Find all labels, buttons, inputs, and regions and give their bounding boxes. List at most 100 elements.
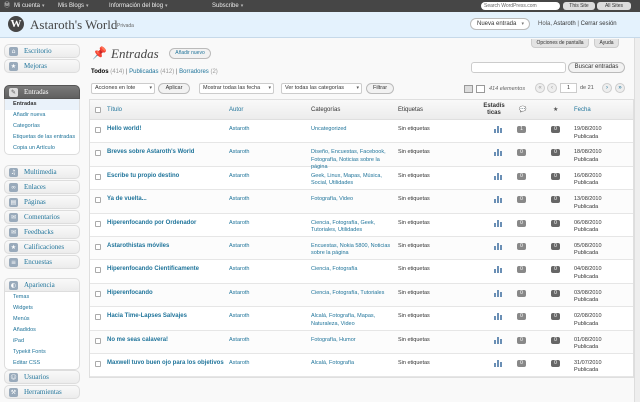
search-posts-input[interactable] <box>471 62 566 73</box>
comment-count-badge[interactable]: 0 <box>517 289 526 297</box>
new-post-button[interactable]: Nueva entrada ▾ <box>470 18 530 30</box>
post-title-link[interactable]: Hiperenfocando <box>107 290 237 298</box>
row-checkbox[interactable] <box>95 173 101 180</box>
submenu-add-new[interactable]: Añadir nueva <box>5 110 79 121</box>
row-checkbox[interactable] <box>95 337 101 344</box>
comment-count-badge[interactable]: 0 <box>517 172 526 180</box>
menu-tools[interactable]: ⚒ Herramientas <box>4 385 80 399</box>
adminbar-search-input[interactable]: Search WordPress.com <box>481 2 560 10</box>
my-blogs-menu[interactable]: Mis Blogs ▾ <box>58 0 89 12</box>
stats-icon[interactable] <box>494 359 502 367</box>
filter-all[interactable]: Todos <box>91 69 109 75</box>
stats-icon[interactable] <box>494 126 502 133</box>
submenu-typekit[interactable]: Typekit Fonts <box>5 347 79 358</box>
apply-button[interactable]: Aplicar <box>158 83 190 94</box>
stats-icon[interactable] <box>494 196 502 204</box>
date-filter-select[interactable]: Mostrar todas las fecha ▾ <box>199 83 274 94</box>
menu-links[interactable]: ∞ Enlaces <box>4 180 80 194</box>
select-all-checkbox[interactable] <box>95 107 101 113</box>
stats-icon[interactable] <box>494 172 502 180</box>
post-categories[interactable]: Ciencia, Fotografía <box>311 266 391 274</box>
post-author-link[interactable]: Astaroth <box>229 243 249 249</box>
post-author-link[interactable]: Astaroth <box>229 220 249 226</box>
next-page-button[interactable]: › <box>602 83 612 93</box>
post-author-link[interactable]: Astaroth <box>229 266 249 272</box>
post-title-link[interactable]: Hacia Time-Lapses Salvajes <box>107 313 237 321</box>
row-checkbox[interactable] <box>95 243 101 250</box>
post-author-link[interactable]: Astaroth <box>229 173 249 179</box>
post-author-link[interactable]: Astaroth <box>229 337 249 343</box>
post-title-link[interactable]: Breves sobre Astaroth's World <box>107 149 237 157</box>
stats-icon[interactable] <box>494 242 502 250</box>
row-checkbox[interactable] <box>95 197 101 204</box>
column-author[interactable]: Autor <box>229 100 243 120</box>
row-checkbox[interactable] <box>95 360 101 367</box>
my-account-menu[interactable]: Mi cuenta ▾ <box>14 0 45 12</box>
current-page-input[interactable]: 1 <box>560 83 577 93</box>
filter-published[interactable]: Publicadas <box>129 69 158 75</box>
comment-count-badge[interactable]: 0 <box>517 149 526 157</box>
comment-count-badge[interactable]: 0 <box>517 313 526 321</box>
post-categories[interactable]: Alcalá, Fotografía <box>311 360 391 368</box>
stats-icon[interactable] <box>494 149 502 157</box>
post-author-link[interactable]: Astaroth <box>229 360 249 366</box>
menu-feedbacks[interactable]: ✉ Feedbacks <box>4 225 80 239</box>
screen-options-tab[interactable]: Opciones de pantalla <box>531 39 589 48</box>
menu-media[interactable]: ♫ Multimedia <box>4 165 80 179</box>
first-page-button[interactable]: « <box>535 83 545 93</box>
submenu-widgets[interactable]: Widgets <box>5 303 79 314</box>
submenu-extras[interactable]: Añadidos <box>5 325 79 336</box>
subscribe-menu[interactable]: Subscribe ▾ <box>212 0 243 12</box>
comment-count-badge[interactable]: 0 <box>517 359 526 367</box>
post-categories[interactable]: Uncategorized <box>311 126 391 134</box>
submenu-categories[interactable]: Categorías <box>5 121 79 132</box>
submenu-edit-css[interactable]: Editar CSS <box>5 358 79 369</box>
row-checkbox[interactable] <box>95 220 101 227</box>
row-checkbox[interactable] <box>95 314 101 321</box>
post-title-link[interactable]: Astarothistas móviles <box>107 243 237 251</box>
submenu-tags[interactable]: Etiquetas de las entradas <box>5 132 79 143</box>
post-title-link[interactable]: Hello world! <box>107 126 237 134</box>
help-tab[interactable]: Ayuda <box>594 39 619 48</box>
comment-count-badge[interactable]: 0 <box>517 242 526 250</box>
comment-count-badge[interactable]: 0 <box>517 266 526 274</box>
stats-icon[interactable] <box>494 266 502 274</box>
post-author-link[interactable]: Astaroth <box>229 149 249 155</box>
post-title-link[interactable]: No me seas calavera! <box>107 337 237 345</box>
post-title-link[interactable]: Hiperenfocando Científicamente <box>107 266 237 274</box>
list-view-icon[interactable] <box>464 85 473 93</box>
menu-appearance[interactable]: ◐ Apariencia <box>4 278 80 292</box>
filter-drafts[interactable]: Borradores <box>179 69 209 75</box>
post-author-link[interactable]: Astaroth <box>229 196 249 202</box>
category-filter-select[interactable]: Ver todas las categorías ▾ <box>281 83 362 94</box>
post-categories[interactable]: Ciencia, Fotografía, Geek, Tutoriales, U… <box>311 220 391 235</box>
submenu-themes[interactable]: Temas <box>5 292 79 303</box>
post-categories[interactable]: Encuestas, Nokia 5800, Noticias sobre la… <box>311 243 391 258</box>
submenu-posts[interactable]: Entradas <box>5 99 79 110</box>
last-page-button[interactable]: » <box>615 83 625 93</box>
post-categories[interactable]: Geek, Linux, Mapas, Música, Social, Util… <box>311 173 391 188</box>
stats-icon[interactable] <box>494 313 502 321</box>
stats-icon[interactable] <box>494 289 502 297</box>
blog-info-menu[interactable]: Información del blog ▾ <box>109 0 168 12</box>
stats-icon[interactable] <box>494 336 502 344</box>
menu-posts[interactable]: ✎ Entradas <box>4 85 80 99</box>
all-sites-button[interactable]: All Sites <box>597 2 631 10</box>
add-new-button[interactable]: Añadir nuevo <box>169 48 211 59</box>
menu-users[interactable]: ☺ Usuarios <box>4 370 80 384</box>
row-checkbox[interactable] <box>95 127 101 133</box>
submenu-menus[interactable]: Menús <box>5 314 79 325</box>
menu-pages[interactable]: ▤ Páginas <box>4 195 80 209</box>
row-checkbox[interactable] <box>95 290 101 297</box>
comment-count-badge[interactable]: 1 <box>517 126 526 133</box>
wordpress-logo-icon[interactable]: Ⓦ <box>4 0 10 12</box>
site-title[interactable]: Astaroth's World <box>30 17 117 33</box>
comment-count-badge[interactable]: 0 <box>517 196 526 204</box>
user-link[interactable]: Astaroth <box>553 21 575 27</box>
comment-count-badge[interactable]: 0 <box>517 219 526 227</box>
post-title-link[interactable]: Maxwell tuvo buen ojo para los objetivos <box>107 360 237 368</box>
prev-page-button[interactable]: ‹ <box>547 83 557 93</box>
comment-count-badge[interactable]: 0 <box>517 336 526 344</box>
excerpt-view-icon[interactable] <box>476 85 485 93</box>
post-categories[interactable]: Ciencia, Fotografía, Tutoriales <box>311 290 391 298</box>
